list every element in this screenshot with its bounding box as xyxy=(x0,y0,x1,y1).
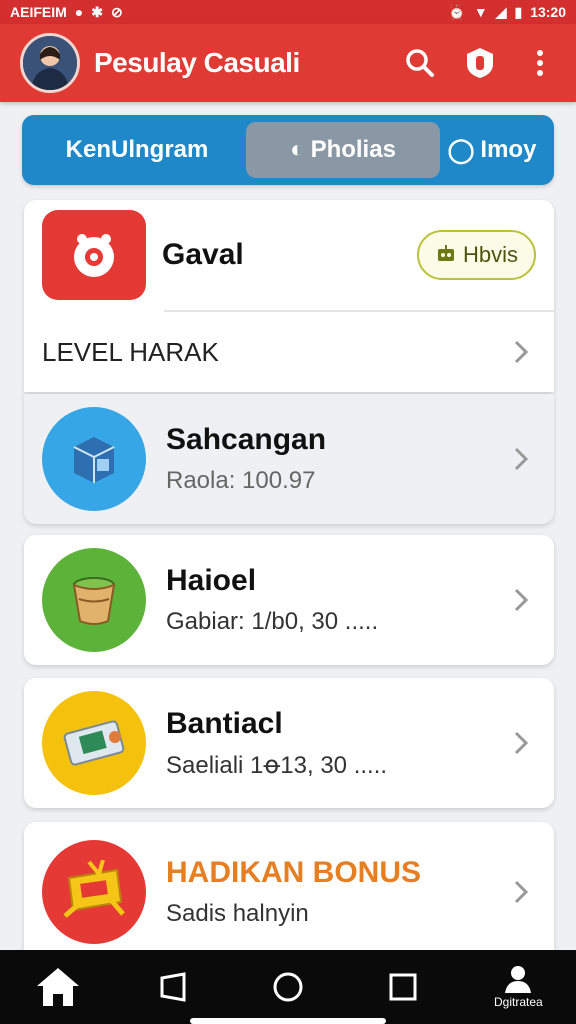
item-subtitle: Gabiar: 1⁠/b0, 30 ..... xyxy=(166,608,379,635)
game-app-icon[interactable] xyxy=(42,210,146,300)
half-circle-icon: ◐ xyxy=(290,136,305,163)
status-bar: AEIFEIM ● ✱ ⊘ ⏰ ▼ ◢ ▮ 13:20 xyxy=(0,0,576,24)
shield-icon[interactable] xyxy=(458,41,502,85)
profile-button[interactable]: Dgitratea xyxy=(473,952,563,1022)
recents-square-icon xyxy=(389,973,417,1001)
chevron-right-icon xyxy=(514,880,529,904)
pill-label: Hbvis xyxy=(462,242,518,267)
circle-icon: ◯ xyxy=(447,136,475,164)
item-subtitle: Raola: 100.97 xyxy=(166,467,316,494)
back-square-icon xyxy=(160,972,186,1002)
status-carrier-text: AEIFEIM xyxy=(10,4,67,20)
bonus-icon xyxy=(42,840,146,944)
circle-nav-icon xyxy=(273,972,303,1002)
person-avatar-icon xyxy=(23,36,77,90)
list-item[interactable]: Sahcangan Raola: 100.97 xyxy=(24,394,554,524)
item-title: Bantiacl xyxy=(166,706,283,740)
status-pill-button[interactable]: Hbvis xyxy=(416,230,536,280)
item-title: HADIKAN BONUS xyxy=(166,856,421,889)
navigation-bar: Dgitratea xyxy=(0,950,576,1024)
app-title: Pesulay Casuali xyxy=(94,47,300,78)
bucket-icon xyxy=(42,548,146,652)
featured-card: Gaval Hbvis LEVEL HARAK xyxy=(24,200,554,392)
home-button[interactable] xyxy=(13,952,103,1022)
home-indicator xyxy=(190,1018,386,1024)
level-label: LEVEL HARAK xyxy=(42,336,219,367)
signal-icon: ◢ xyxy=(495,4,507,20)
featured-name: Gaval xyxy=(162,238,244,271)
level-row[interactable]: LEVEL HARAK xyxy=(24,312,554,392)
chevron-right-icon xyxy=(514,588,529,612)
tab-kenulngram[interactable]: KenUlngram xyxy=(32,122,242,185)
chevron-right-icon xyxy=(514,731,529,755)
app-bar: Pesulay Casuali xyxy=(0,24,576,102)
item-title: Sahcangan xyxy=(166,423,327,456)
profile-label: Dgitratea xyxy=(493,995,543,1009)
tab-label: Pholias xyxy=(310,136,396,163)
more-vert-icon[interactable] xyxy=(518,41,562,85)
tab-pholias[interactable]: ◐ Pholias xyxy=(246,122,440,178)
bluetooth-icon: ✱ xyxy=(91,4,103,20)
status-time: 13:20 xyxy=(530,4,566,20)
person-icon xyxy=(505,966,532,993)
wifi-icon: ▼ xyxy=(473,4,488,20)
avatar[interactable] xyxy=(20,33,80,93)
battery-icon: ▮ xyxy=(514,4,523,20)
back-button[interactable] xyxy=(128,952,218,1022)
sync-icon: ⊘ xyxy=(110,4,123,20)
cash-icon xyxy=(42,691,146,795)
list-item[interactable]: Haioel Gabiar: 1⁠/b0, 30 ..... xyxy=(24,535,554,665)
robot-icon xyxy=(437,245,454,261)
tab-imoy[interactable]: ◯ Imoy xyxy=(440,122,544,178)
item-subtitle: Saeliali 1ꝋ13, 30 ..... xyxy=(166,751,388,779)
circle-home-button[interactable] xyxy=(243,952,333,1022)
item-subtitle: Sadis halnyin xyxy=(166,900,309,927)
recents-button[interactable] xyxy=(358,952,448,1022)
box-icon xyxy=(42,407,146,511)
chevron-right-icon xyxy=(514,447,529,471)
item-title: Haioel xyxy=(166,564,257,597)
list-item[interactable]: Bantiacl Saeliali 1ꝋ13, 30 ..... xyxy=(24,678,554,808)
tab-label: Imoy xyxy=(480,136,537,163)
tab-bar: KenUlngram ◐ Pholias ◯ Imoy xyxy=(22,115,554,185)
notification-icon: ● xyxy=(74,4,84,20)
list-item-bonus[interactable]: HADIKAN BONUS Sadis halnyin xyxy=(24,822,554,962)
chevron-right-icon xyxy=(514,340,529,364)
home-icon xyxy=(36,968,79,1006)
search-icon[interactable] xyxy=(398,41,442,85)
tab-label: KenUlngram xyxy=(65,136,209,163)
alarm-icon: ⏰ xyxy=(448,4,466,20)
